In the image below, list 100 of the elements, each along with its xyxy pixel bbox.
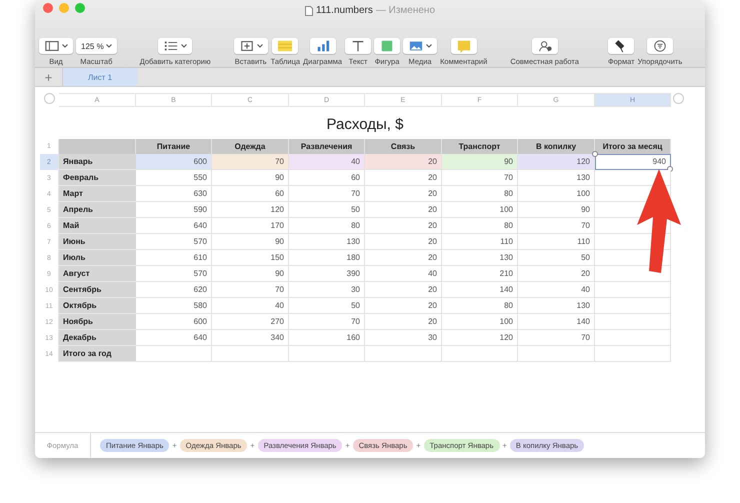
table-cell[interactable]: 140 xyxy=(442,282,518,298)
table-cell[interactable]: 70 xyxy=(289,186,365,202)
table-cell[interactable]: 130 xyxy=(289,234,365,250)
table-cell[interactable]: 390 xyxy=(289,266,365,282)
table-cell[interactable]: 160 xyxy=(289,330,365,346)
table-cell[interactable] xyxy=(595,314,671,330)
table-cell[interactable]: 70 xyxy=(518,330,595,346)
table-cell[interactable]: 130 xyxy=(442,250,518,266)
table-cell[interactable]: 90 xyxy=(212,170,289,186)
table-cell[interactable] xyxy=(442,346,518,362)
table-cell[interactable]: 60 xyxy=(289,170,365,186)
table-cell[interactable]: 120 xyxy=(212,202,289,218)
table-cell[interactable]: 210 xyxy=(442,266,518,282)
format-button[interactable] xyxy=(608,38,634,54)
table-cell[interactable]: 20 xyxy=(365,170,442,186)
table-button[interactable] xyxy=(272,38,298,54)
table-cell[interactable]: 600 xyxy=(136,314,212,330)
table-cell[interactable]: 110 xyxy=(518,234,595,250)
select-all-button[interactable] xyxy=(44,93,55,104)
table-cell[interactable]: 20 xyxy=(365,218,442,234)
table-cell[interactable]: 50 xyxy=(289,202,365,218)
table-cell[interactable] xyxy=(518,346,595,362)
table-cell[interactable]: 60 xyxy=(212,186,289,202)
table-cell[interactable]: 80 xyxy=(289,218,365,234)
table-cell[interactable] xyxy=(595,346,671,362)
table-cell[interactable]: 70 xyxy=(518,218,595,234)
table-cell[interactable]: 620 xyxy=(136,282,212,298)
table-cell[interactable]: 40 xyxy=(518,282,595,298)
table-cell[interactable]: 20 xyxy=(365,250,442,266)
minimize-button[interactable] xyxy=(59,3,69,13)
table-cell[interactable]: 20 xyxy=(365,186,442,202)
table-cell[interactable] xyxy=(365,346,442,362)
table-cell[interactable]: 90 xyxy=(212,266,289,282)
zoom-button[interactable] xyxy=(75,3,85,13)
table-cell[interactable]: 550 xyxy=(136,170,212,186)
table-cell[interactable]: 340 xyxy=(212,330,289,346)
text-button[interactable] xyxy=(345,38,372,54)
table-cell[interactable]: 270 xyxy=(212,314,289,330)
media-button[interactable] xyxy=(403,38,438,54)
table-cell[interactable]: 20 xyxy=(365,282,442,298)
table-cell[interactable]: 120 xyxy=(442,330,518,346)
table-cell[interactable]: 580 xyxy=(136,298,212,314)
view-button[interactable] xyxy=(39,38,73,54)
table-cell[interactable]: 640 xyxy=(136,218,212,234)
insert-button[interactable] xyxy=(234,38,268,54)
table-cell[interactable]: 100 xyxy=(518,186,595,202)
table-cell[interactable] xyxy=(595,330,671,346)
table-cell[interactable]: 180 xyxy=(289,250,365,266)
table-cell[interactable]: 630 xyxy=(136,186,212,202)
zoom-button[interactable]: 125 % xyxy=(76,38,117,54)
table-cell[interactable]: 90 xyxy=(518,202,595,218)
table-cell[interactable]: 130 xyxy=(518,298,595,314)
table-cell[interactable]: 20 xyxy=(365,234,442,250)
table-cell[interactable]: 110 xyxy=(442,234,518,250)
close-button[interactable] xyxy=(43,3,53,13)
table-cell[interactable]: 130 xyxy=(518,170,595,186)
table-cell[interactable] xyxy=(595,298,671,314)
comment-button[interactable] xyxy=(450,38,477,54)
table-cell[interactable]: 30 xyxy=(365,330,442,346)
chart-button[interactable] xyxy=(310,38,336,54)
table-cell[interactable]: 20 xyxy=(365,154,442,170)
column-handle[interactable] xyxy=(672,93,684,104)
table-cell[interactable]: 170 xyxy=(212,218,289,234)
table-cell[interactable]: 100 xyxy=(442,202,518,218)
table-cell[interactable]: 570 xyxy=(136,234,212,250)
table-cell[interactable]: 140 xyxy=(518,314,595,330)
table-cell[interactable]: 50 xyxy=(518,250,595,266)
table-cell[interactable]: 590 xyxy=(136,202,212,218)
table-cell[interactable] xyxy=(595,282,671,298)
table-cell[interactable]: 40 xyxy=(212,298,289,314)
table-cell[interactable]: 70 xyxy=(212,282,289,298)
table-cell[interactable]: 150 xyxy=(212,250,289,266)
table-cell[interactable] xyxy=(595,170,671,186)
table-cell[interactable]: 90 xyxy=(442,154,518,170)
table-cell[interactable]: 40 xyxy=(289,154,365,170)
table-cell[interactable]: 90 xyxy=(212,234,289,250)
table-cell[interactable] xyxy=(595,266,671,282)
table-cell[interactable]: 80 xyxy=(442,186,518,202)
organize-button[interactable] xyxy=(646,38,673,54)
table-cell[interactable]: 80 xyxy=(442,298,518,314)
table-cell[interactable]: 940 xyxy=(595,154,671,170)
table-cell[interactable]: 40 xyxy=(365,266,442,282)
table-cell[interactable]: 600 xyxy=(136,154,212,170)
table-cell[interactable] xyxy=(289,346,365,362)
table-cell[interactable]: 70 xyxy=(212,154,289,170)
table-cell[interactable]: 20 xyxy=(365,202,442,218)
table-cell[interactable]: 610 xyxy=(136,250,212,266)
table-cell[interactable] xyxy=(136,346,212,362)
table-cell[interactable]: 30 xyxy=(289,282,365,298)
table-cell[interactable]: 50 xyxy=(289,298,365,314)
category-button[interactable] xyxy=(158,38,192,54)
table-cell[interactable]: 570 xyxy=(136,266,212,282)
table-cell[interactable]: 70 xyxy=(289,314,365,330)
table-cell[interactable]: 20 xyxy=(365,298,442,314)
table-cell[interactable]: 120 xyxy=(518,154,595,170)
table-cell[interactable]: 640 xyxy=(136,330,212,346)
table-cell[interactable]: 20 xyxy=(518,266,595,282)
table-cell[interactable]: 20 xyxy=(365,314,442,330)
table-cell[interactable] xyxy=(212,346,289,362)
table-cell[interactable]: 80 xyxy=(442,218,518,234)
